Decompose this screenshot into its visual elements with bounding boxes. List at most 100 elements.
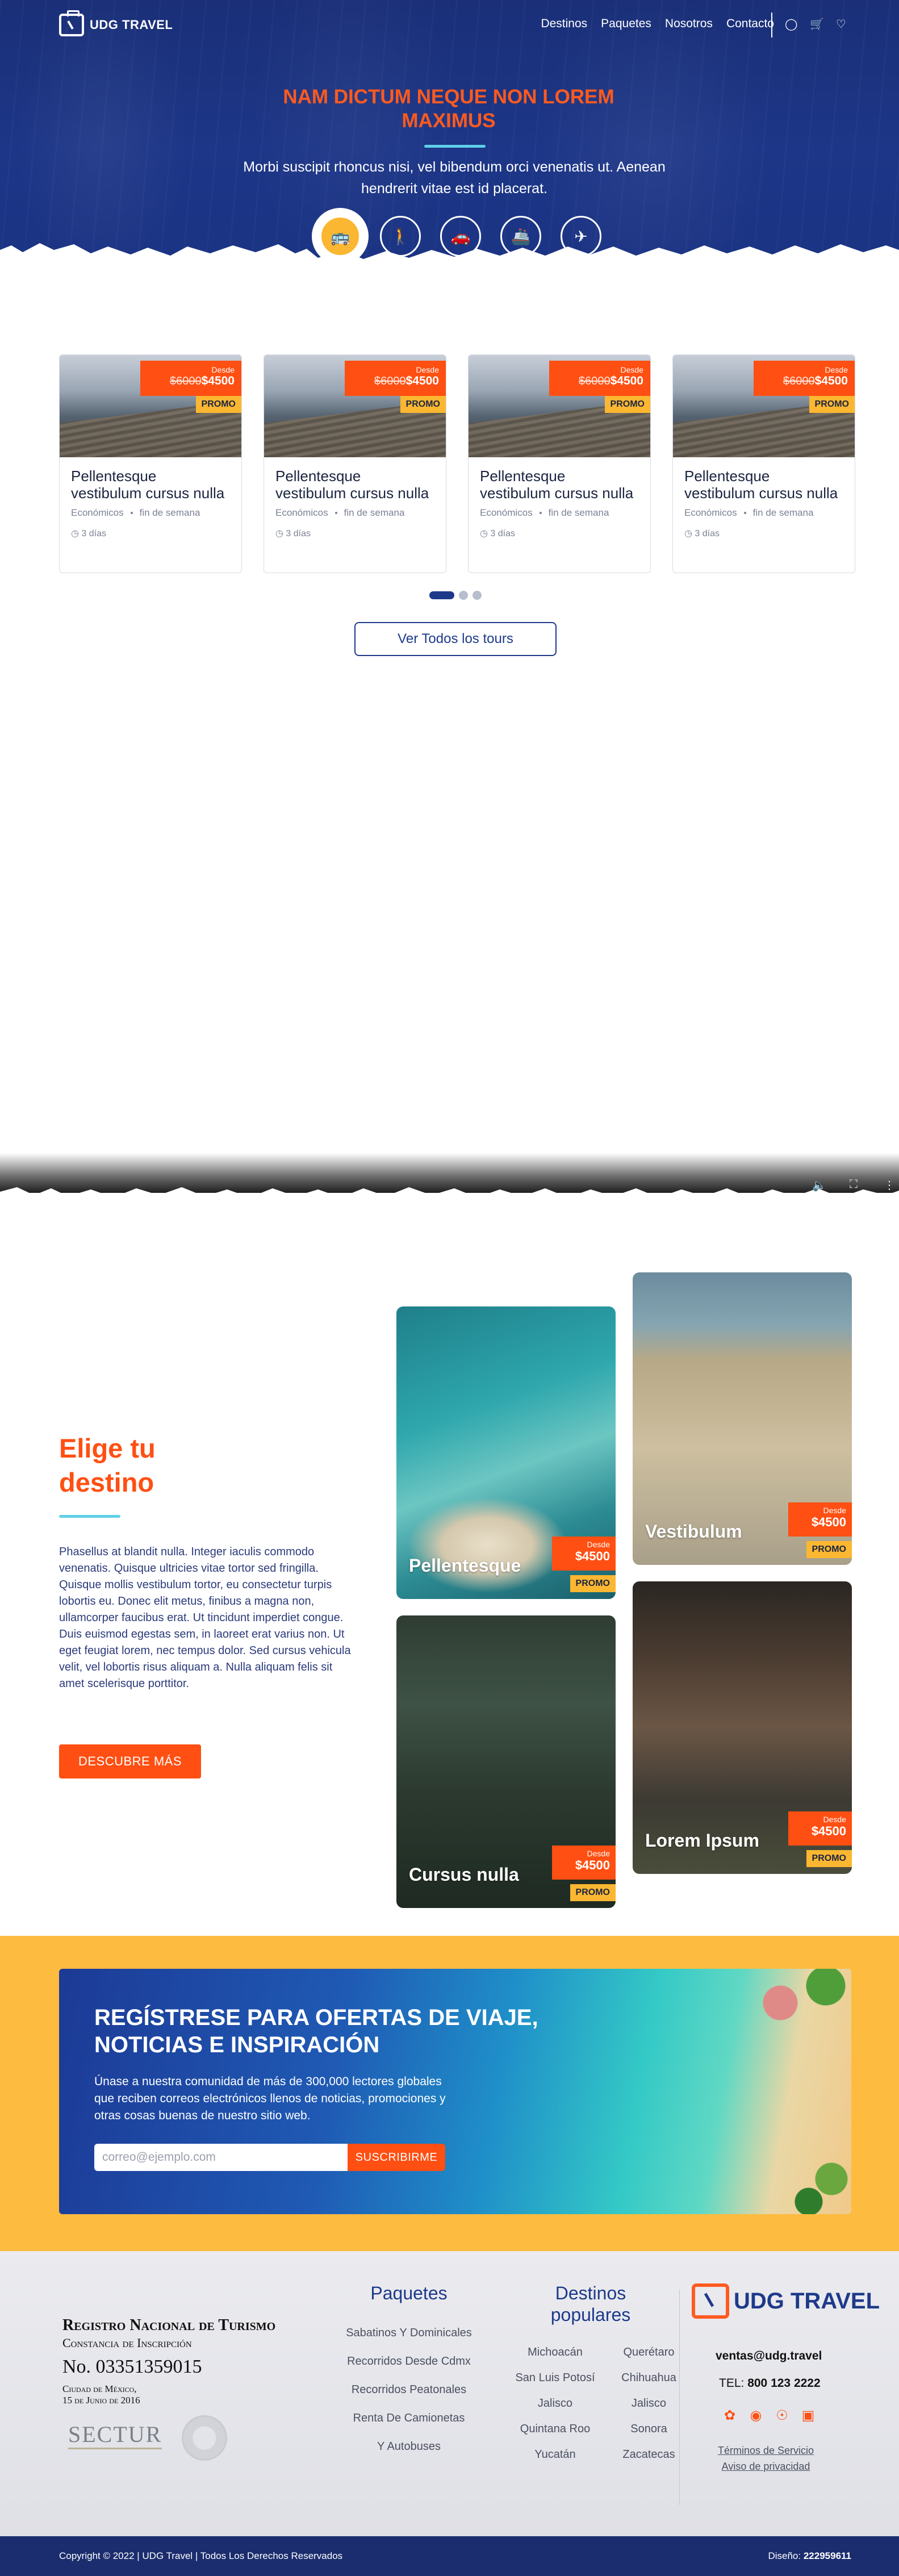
paquetes-link[interactable]: Sabatinos Y Dominicales: [324, 2327, 494, 2355]
category-plane[interactable]: ✈: [551, 216, 611, 257]
nav-nosotros[interactable]: Nosotros: [665, 17, 713, 31]
tour-tag: Económicos: [684, 507, 737, 518]
design-credit: Diseño: 222959611: [768, 2550, 851, 2562]
destination-card[interactable]: Cursus nulla Desde $4500 PROMO: [396, 1615, 616, 1908]
price-tag: Desde $4500: [552, 1846, 616, 1880]
registry-title: Registro Nacional de Turismo: [62, 2316, 276, 2334]
category-bus[interactable]: 🚌: [310, 216, 370, 257]
suitcase-icon: [59, 10, 84, 36]
carousel-dot[interactable]: [429, 591, 454, 599]
user-icon[interactable]: ◯: [785, 17, 797, 31]
phone-label: TEL:: [719, 2377, 745, 2390]
tour-tag: fin de semana: [344, 507, 405, 518]
destino-link[interactable]: Chihuahua: [602, 2372, 696, 2385]
destino-link[interactable]: Quintana Roo: [508, 2423, 602, 2436]
discover-more-button[interactable]: DESCUBRE MÁS: [59, 1744, 201, 1778]
category-ship[interactable]: 🚢: [491, 216, 551, 257]
destino-link[interactable]: Yucatán: [508, 2448, 602, 2461]
nav-divider: [771, 12, 772, 37]
destination-card[interactable]: Vestibulum Desde $4500 PROMO: [633, 1272, 852, 1565]
tour-title: Pellentesque vestibulum cursus nulla: [684, 467, 838, 502]
newsletter-form: SUSCRIBIRME: [94, 2144, 445, 2171]
price-tag: Desde $6000$4500: [345, 361, 446, 396]
category-car[interactable]: 🚗: [430, 216, 491, 257]
volume-icon[interactable]: 🔈: [812, 1178, 826, 1192]
tourism-registry: Registro Nacional de Turismo Constancia …: [62, 2316, 324, 2406]
video-player[interactable]: 🔈 ⛶ ⋮: [0, 1153, 899, 1216]
facebook-icon[interactable]: ◉: [749, 2408, 763, 2423]
hero-subtitle: Morbi suscipit rhoncus nisi, vel bibendu…: [243, 159, 666, 197]
cart-icon[interactable]: 🛒: [810, 17, 824, 31]
tour-card[interactable]: Desde $6000$4500 PROMO Pellentesque vest…: [264, 354, 446, 573]
tour-duration: ◷ 3 días: [60, 519, 241, 539]
price-new: $4500: [811, 1515, 846, 1529]
tour-days: 3 días: [286, 529, 311, 538]
destination-card[interactable]: Pellentesque Desde $4500 PROMO: [396, 1306, 616, 1599]
paquetes-link[interactable]: Renta De Camionetas: [324, 2412, 494, 2440]
promo-badge: PROMO: [806, 1541, 852, 1558]
contact-phone[interactable]: TEL: 800 123 2222: [719, 2377, 821, 2390]
tour-card[interactable]: Desde $6000$4500 PROMO Pellentesque vest…: [59, 354, 242, 573]
price-old: $6000: [169, 375, 202, 387]
footer-logo[interactable]: UDG TRAVEL: [692, 2283, 880, 2319]
destino-link[interactable]: San Luis Potosí: [508, 2372, 602, 2385]
tour-card[interactable]: Desde $6000$4500 PROMO Pellentesque vest…: [468, 354, 651, 573]
destination-name: Pellentesque: [409, 1555, 521, 1576]
destino-link[interactable]: Jalisco: [602, 2397, 696, 2410]
destination-name: Vestibulum: [645, 1521, 742, 1542]
hiking-icon: 🚶: [380, 216, 421, 257]
category-hiking[interactable]: 🚶: [370, 216, 430, 257]
page: UDG TRAVEL Destinos Paquetes Nosotros Co…: [0, 0, 899, 2576]
promo-badge: PROMO: [570, 1575, 616, 1592]
destino-link[interactable]: Querétaro: [602, 2346, 696, 2359]
tour-duration: ◷ 3 días: [469, 519, 650, 539]
contact-email[interactable]: ventas@udg.travel: [716, 2349, 822, 2363]
price-desde: Desde: [587, 1849, 610, 1858]
pinterest-icon[interactable]: ☉: [775, 2408, 789, 2423]
nav-paquetes[interactable]: Paquetes: [601, 17, 651, 31]
nav-destinos[interactable]: Destinos: [541, 17, 587, 31]
sectur-logo: SECTUR: [68, 2421, 162, 2449]
fullscreen-icon[interactable]: ⛶: [850, 1178, 858, 1191]
paquetes-link[interactable]: Recorridos Peatonales: [324, 2383, 494, 2412]
promo-badge: PROMO: [806, 1850, 852, 1867]
subscribe-button[interactable]: SUSCRIBIRME: [348, 2144, 445, 2171]
paquetes-title: Paquetes: [370, 2283, 448, 2303]
paquetes-link[interactable]: Y Autobuses: [324, 2440, 494, 2469]
legal-links: Términos de Servicio Aviso de privacidad: [718, 2443, 814, 2474]
more-options-icon[interactable]: ⋮: [884, 1178, 895, 1192]
privacy-link[interactable]: Aviso de privacidad: [718, 2458, 814, 2474]
email-field[interactable]: [94, 2144, 348, 2171]
destino-link[interactable]: Jalisco: [508, 2397, 602, 2410]
heart-icon[interactable]: ♡: [835, 17, 847, 31]
price-tag: Desde $4500: [788, 1811, 852, 1846]
tour-card[interactable]: Desde $6000$4500 PROMO Pellentesque vest…: [672, 354, 855, 573]
destination-name: Cursus nulla: [409, 1864, 519, 1885]
carousel-dots: [429, 591, 482, 600]
nav-contacto[interactable]: Contacto: [726, 17, 774, 31]
price-desde: Desde: [587, 1540, 610, 1549]
tour-title: Pellentesque vestibulum cursus nulla: [71, 467, 225, 502]
carousel-dot[interactable]: [473, 591, 482, 600]
terms-link[interactable]: Términos de Servicio: [718, 2443, 814, 2458]
tour-days: 3 días: [695, 529, 720, 538]
destino-link[interactable]: Sonora: [602, 2423, 696, 2436]
brand-logo[interactable]: UDG TRAVEL: [59, 10, 173, 39]
price-tag: Desde $4500: [552, 1537, 616, 1571]
carousel-dot[interactable]: [459, 591, 468, 600]
ship-icon: 🚢: [500, 216, 541, 257]
destination-card[interactable]: Lorem Ipsum Desde $4500 PROMO: [633, 1581, 852, 1874]
tour-duration: ◷ 3 días: [264, 519, 446, 539]
price-old: $6000: [374, 375, 406, 387]
price-new: $4500: [201, 374, 235, 387]
destinos-populares-links: Michoacán Querétaro San Luis Potosí Chih…: [508, 2346, 696, 2461]
all-tours-button[interactable]: Ver Todos los tours: [354, 622, 557, 656]
destino-link[interactable]: Zacatecas: [602, 2448, 696, 2461]
instagram-icon[interactable]: ▣: [801, 2408, 816, 2423]
destino-link[interactable]: Michoacán: [508, 2346, 602, 2359]
paquetes-link[interactable]: Recorridos Desde Cdmx: [324, 2355, 494, 2383]
design-value: 222959611: [803, 2550, 851, 2561]
tour-duration: ◷ 3 días: [673, 519, 855, 539]
twitter-icon[interactable]: ✿: [722, 2408, 737, 2423]
car-icon: 🚗: [440, 216, 481, 257]
